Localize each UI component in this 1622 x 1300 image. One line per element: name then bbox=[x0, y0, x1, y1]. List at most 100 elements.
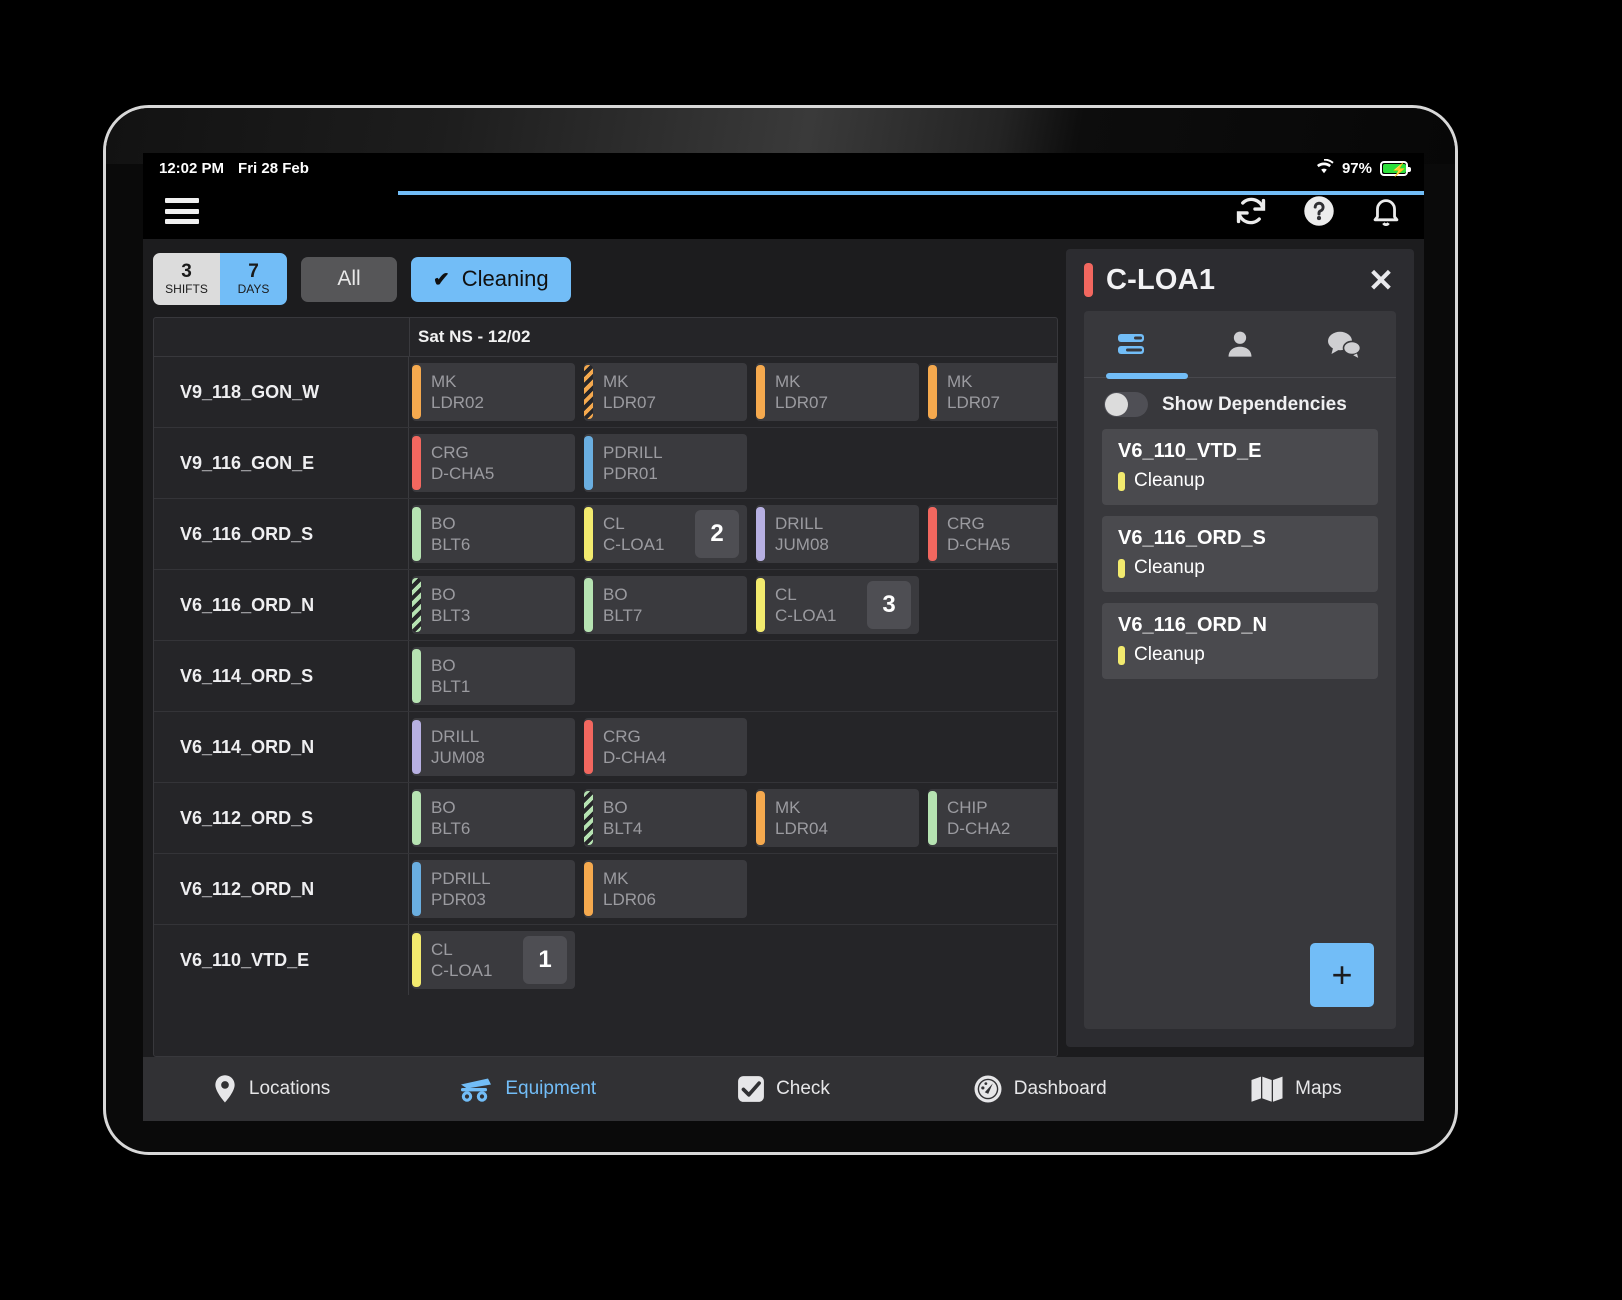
task-card[interactable]: MK LDR06 bbox=[584, 860, 747, 918]
tab-comments[interactable] bbox=[1292, 311, 1396, 377]
bell-icon[interactable] bbox=[1370, 194, 1402, 228]
schedule-row: V6_116_ORD_N BO BLT3 BO BLT7 CL C-LOA1 3 bbox=[154, 570, 1057, 641]
task-card[interactable]: BO BLT7 bbox=[584, 576, 747, 634]
status-date: Fri 28 Feb bbox=[238, 159, 309, 177]
days-value: 7 bbox=[248, 260, 259, 282]
task-status-bar bbox=[756, 578, 765, 632]
task-card[interactable]: CL C-LOA1 3 bbox=[756, 576, 919, 634]
nav-item-locations[interactable]: Locations bbox=[143, 1074, 399, 1104]
dependency-location: V6_110_VTD_E bbox=[1118, 440, 1262, 462]
task-card[interactable]: DRILL JUM08 bbox=[412, 718, 575, 776]
help-icon[interactable] bbox=[1302, 194, 1336, 228]
task-status-bar bbox=[412, 436, 421, 490]
task-card-text: MK LDR06 bbox=[593, 860, 747, 918]
task-card[interactable]: MK LDR07 bbox=[584, 363, 747, 421]
task-card[interactable]: MK LDR07 bbox=[756, 363, 919, 421]
task-card[interactable]: MK LDR04 bbox=[756, 789, 919, 847]
task-code: PDRILL bbox=[431, 869, 491, 888]
task-code: CRG bbox=[431, 443, 469, 462]
schedule-row-label: V6_116_ORD_N bbox=[154, 570, 409, 640]
nav-item-dashboard[interactable]: Dashboard bbox=[912, 1074, 1168, 1104]
schedule-row-label: V6_114_ORD_N bbox=[154, 712, 409, 782]
task-card[interactable]: BO BLT1 bbox=[412, 647, 575, 705]
timeframe-option-shifts[interactable]: 3 SHIFTS bbox=[153, 253, 220, 305]
filter-all-button[interactable]: All bbox=[301, 256, 397, 302]
add-button[interactable]: + bbox=[1310, 943, 1374, 1007]
status-bar: 12:02 PM Fri 28 Feb 97% ⚡ bbox=[143, 153, 1424, 183]
task-sequence-badge: 1 bbox=[523, 936, 567, 984]
task-card[interactable]: CRG D-CHA5 bbox=[412, 434, 575, 492]
nav-item-check[interactable]: Check bbox=[655, 1075, 911, 1103]
task-card[interactable]: PDRILL PDR01 bbox=[584, 434, 747, 492]
panel-tabs bbox=[1084, 311, 1396, 379]
task-unit: JUM08 bbox=[431, 748, 485, 767]
schedule-row-lane: DRILL JUM08 CRG D-CHA4 bbox=[409, 712, 1057, 782]
task-card[interactable]: DRILL JUM08 bbox=[756, 505, 919, 563]
task-card-text: CRG D-CHA5 bbox=[421, 434, 575, 492]
task-card[interactable]: MK LDR02 bbox=[412, 363, 575, 421]
battery-percent: 97% bbox=[1341, 159, 1372, 177]
schedule-row: V6_114_ORD_N DRILL JUM08 CRG D-CHA4 bbox=[154, 712, 1057, 783]
dependency-card[interactable]: V6_116_ORD_N Cleanup bbox=[1102, 603, 1378, 679]
task-card-text: PDRILL PDR01 bbox=[593, 434, 747, 492]
task-unit: BLT1 bbox=[431, 677, 471, 696]
timeframe-segmented-control[interactable]: 3 SHIFTS 7 DAYS bbox=[153, 253, 287, 305]
task-sequence-badge: 2 bbox=[695, 510, 739, 558]
task-card[interactable]: CHIP D-CHA2 bbox=[928, 789, 1057, 847]
task-status-bar bbox=[412, 933, 421, 987]
task-card[interactable]: CL C-LOA1 2 bbox=[584, 505, 747, 563]
task-card[interactable]: CL C-LOA1 1 bbox=[412, 931, 575, 989]
close-icon[interactable]: ✕ bbox=[1368, 265, 1394, 296]
task-card[interactable]: BO BLT6 bbox=[412, 789, 575, 847]
task-card-text: MK LDR07 bbox=[937, 363, 1057, 421]
tab-tasks[interactable] bbox=[1084, 311, 1188, 377]
task-card[interactable]: PDRILL PDR03 bbox=[412, 860, 575, 918]
task-card[interactable]: BO BLT4 bbox=[584, 789, 747, 847]
task-card[interactable]: CRG D-CHA4 bbox=[584, 718, 747, 776]
task-card-text: DRILL JUM08 bbox=[765, 505, 919, 563]
schedule-row-lane: BO BLT3 BO BLT7 CL C-LOA1 3 bbox=[409, 570, 1057, 640]
person-icon bbox=[1228, 331, 1252, 357]
dependency-task-row: Cleanup bbox=[1118, 470, 1364, 492]
tab-people[interactable] bbox=[1188, 311, 1292, 377]
dependency-task-row: Cleanup bbox=[1118, 644, 1364, 666]
task-code: MK bbox=[431, 372, 457, 391]
schedule-row: V6_112_ORD_N PDRILL PDR03 MK LDR06 bbox=[154, 854, 1057, 925]
task-code: MK bbox=[603, 372, 629, 391]
equipment-truck-icon bbox=[458, 1075, 494, 1103]
filter-cleaning-button[interactable]: ✔ Cleaning bbox=[411, 256, 571, 302]
task-unit: D-CHA4 bbox=[603, 748, 667, 767]
task-status-bar bbox=[928, 791, 937, 845]
dependency-color-bar bbox=[1118, 645, 1125, 665]
hamburger-icon[interactable] bbox=[165, 198, 199, 224]
task-code: CHIP bbox=[947, 798, 988, 817]
task-status-bar bbox=[928, 507, 937, 561]
show-dependencies-toggle[interactable] bbox=[1104, 392, 1148, 417]
show-dependencies-label: Show Dependencies bbox=[1162, 393, 1347, 415]
dependency-card[interactable]: V6_116_ORD_S Cleanup bbox=[1102, 516, 1378, 592]
show-dependencies-row[interactable]: Show Dependencies bbox=[1084, 378, 1396, 429]
task-card[interactable]: MK LDR07 bbox=[928, 363, 1057, 421]
screenshot-root: 12:02 PM Fri 28 Feb 97% ⚡ 3 SHIFTS 7 DAY… bbox=[0, 0, 1622, 1300]
task-code: BO bbox=[431, 656, 456, 675]
refresh-icon[interactable] bbox=[1234, 194, 1268, 228]
task-unit: BLT3 bbox=[431, 606, 471, 625]
schedule-row: V6_112_ORD_S BO BLT6 BO BLT4 MK LDR04 CHIP D-CHA… bbox=[154, 783, 1057, 854]
task-card[interactable]: BO BLT3 bbox=[412, 576, 575, 634]
panel-header: C-LOA1 ✕ bbox=[1066, 249, 1414, 311]
task-card[interactable]: BO BLT6 bbox=[412, 505, 575, 563]
dependency-location: V6_116_ORD_N bbox=[1118, 614, 1267, 636]
task-card[interactable]: CRG D-CHA5 bbox=[928, 505, 1057, 563]
wifi-icon bbox=[1314, 158, 1334, 178]
schedule-row-label: V6_110_VTD_E bbox=[154, 925, 409, 995]
task-status-bar bbox=[756, 507, 765, 561]
nav-item-maps[interactable]: Maps bbox=[1168, 1075, 1424, 1103]
task-unit: LDR04 bbox=[775, 819, 828, 838]
task-card-text: MK LDR07 bbox=[765, 363, 919, 421]
panel-content-card: Show Dependencies V6_110_VTD_E Cleanup V6_… bbox=[1084, 311, 1396, 1029]
nav-item-equipment[interactable]: Equipment bbox=[399, 1075, 655, 1103]
dependency-card[interactable]: V6_110_VTD_E Cleanup bbox=[1102, 429, 1378, 505]
timeframe-option-days[interactable]: 7 DAYS bbox=[220, 253, 287, 305]
check-icon: ✔ bbox=[433, 268, 450, 291]
task-code: MK bbox=[775, 372, 801, 391]
